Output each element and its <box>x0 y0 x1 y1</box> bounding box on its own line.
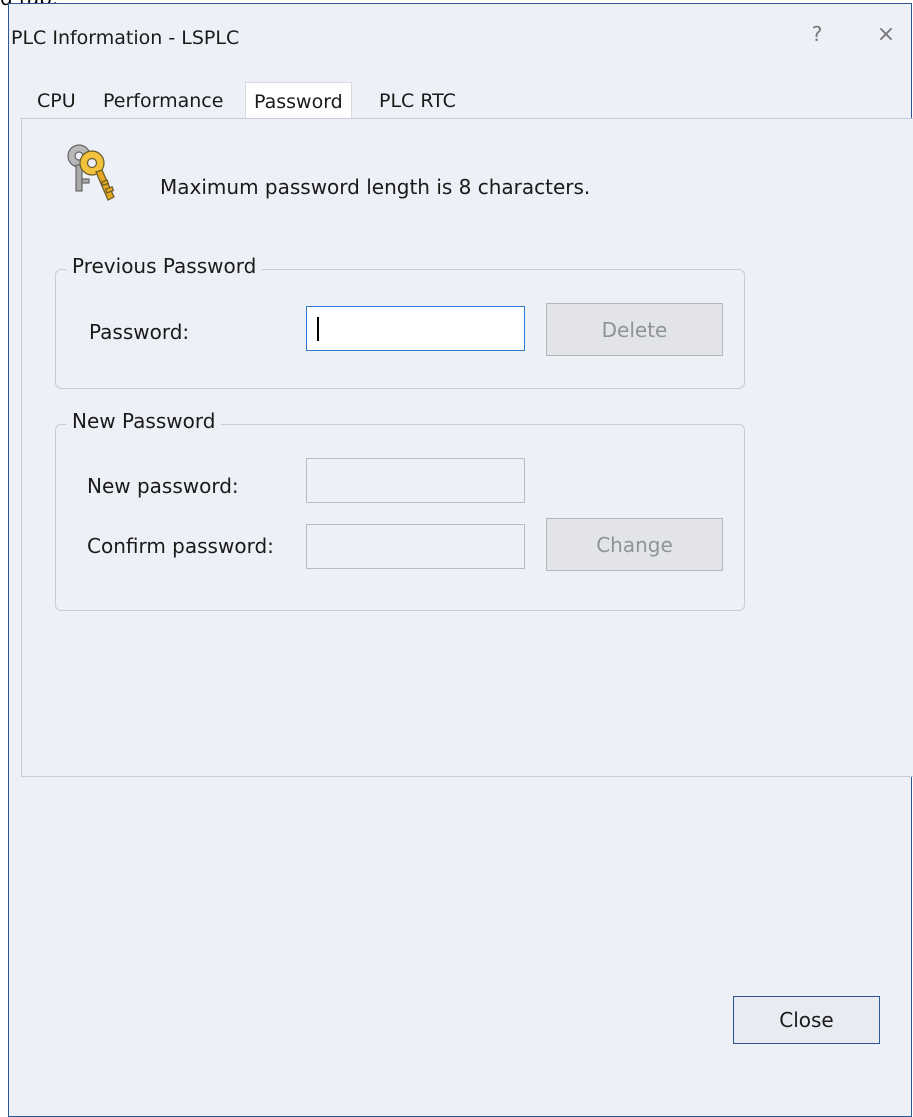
help-icon: ? <box>811 22 823 46</box>
plc-information-dialog: PLC Information - LSPLC ? × CPU Performa… <box>8 3 913 1117</box>
keys-icon <box>67 144 115 201</box>
window-title: PLC Information - LSPLC <box>11 27 240 49</box>
tab-cpu[interactable]: CPU <box>29 82 84 120</box>
close-window-button[interactable]: × <box>866 18 906 50</box>
text-caret <box>317 317 319 341</box>
previous-password-input[interactable] <box>306 306 525 351</box>
confirm-password-label: Confirm password: <box>87 534 274 558</box>
close-icon: × <box>876 21 896 47</box>
previous-password-group: Previous Password Password: Delete <box>55 254 745 389</box>
tab-password[interactable]: Password <box>245 82 352 120</box>
tab-strip: CPU Performance Password PLC RTC <box>9 82 911 120</box>
tab-performance[interactable]: Performance <box>95 82 231 120</box>
new-password-input[interactable] <box>306 458 525 503</box>
new-password-label: New password: <box>87 474 239 498</box>
tab-plc-rtc[interactable]: PLC RTC <box>371 82 464 120</box>
change-button[interactable]: Change <box>546 518 723 571</box>
password-tab-panel: Maximum password length is 8 characters.… <box>21 118 913 777</box>
help-button[interactable]: ? <box>797 18 837 50</box>
new-password-group-title: New Password <box>66 409 222 433</box>
close-button[interactable]: Close <box>733 996 880 1044</box>
new-password-group: New Password New password: Confirm passw… <box>55 409 745 611</box>
delete-button[interactable]: Delete <box>546 303 723 356</box>
title-bar: PLC Information - LSPLC ? × <box>9 4 911 66</box>
password-length-info: Maximum password length is 8 characters. <box>160 175 591 199</box>
previous-password-group-title: Previous Password <box>66 254 263 278</box>
password-label: Password: <box>89 320 190 344</box>
confirm-password-input[interactable] <box>306 524 525 569</box>
